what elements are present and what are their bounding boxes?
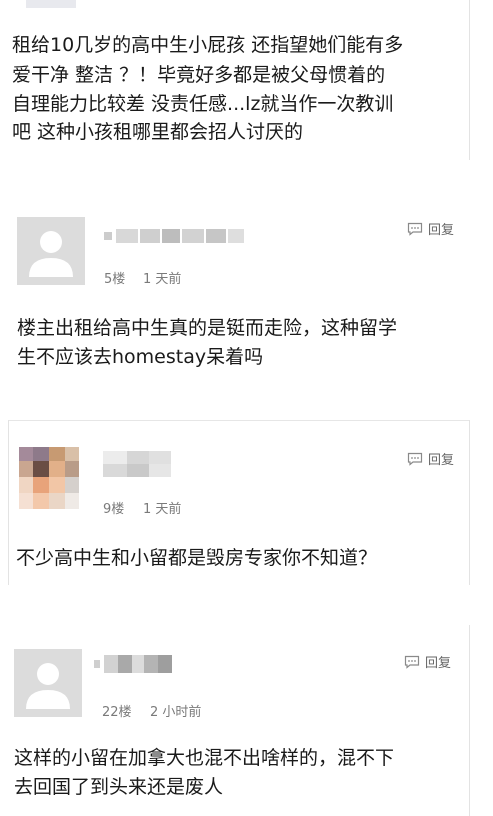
user-avatar[interactable] [17,217,85,285]
floor-number: 22楼 [102,705,132,720]
reply-label: 回复 [428,453,455,468]
comment-text-line: 自理能力比较差 没责任感...lz就当作一次教训 [12,93,394,115]
reply-label: 回复 [428,223,455,238]
comment-card-1: 租给10几岁的高中生小屁孩 还指望她们能有多 爱干净 整洁 ？！毕竟好多都是被父… [0,0,470,160]
reply-button[interactable]: 回复 [407,449,454,468]
speech-bubble-icon [404,655,420,669]
comment-text-line: 租给10几岁的高中生小屁孩 还指望她们能有多 [12,34,404,56]
reply-button[interactable]: 回复 [404,652,451,671]
blurred-username[interactable] [94,655,174,673]
floor-number: 9楼 [103,502,125,517]
blurred-username[interactable] [103,451,173,477]
post-time: 1 天前 [143,502,182,517]
comment-text-line: 吧 这种小孩租哪里都会招人讨厌的 [12,121,304,143]
floor-number: 5楼 [104,272,126,287]
comment-text-line: 不少高中生和小留都是毁房专家你不知道？ [16,547,378,569]
reply-button[interactable]: 回复 [407,219,454,238]
default-user-avatar-icon [29,231,73,277]
user-avatar[interactable] [14,649,82,717]
comment-text-line: 去回国了到头来还是废人 [14,776,224,798]
blurred-username[interactable] [104,229,244,243]
comment-text-line: 这样的小留在加拿大也混不出啥样的，混不下 [14,747,395,769]
reply-label: 回复 [425,656,452,671]
card-right-border [469,0,470,160]
comment-text-line: 生不应该去homestay呆着吗 [17,346,264,368]
user-avatar[interactable] [19,447,85,513]
comment-card-9: 9楼 1 天前 回复 不少高中生和小留都是毁房专家你不知道？ [9,421,469,585]
comment-card-22: 22楼 2 小时前 回复 这样的小留在加拿大也混不出啥样的，混不下 去回国了到头… [0,625,469,816]
comment-text-line: 爱干净 整洁 ？！毕竟好多都是被父母惯着的 [12,64,386,86]
card-right-border [469,420,470,585]
post-time: 2 小时前 [150,705,202,720]
comment-text-line: 楼主出租给高中生真的是铤而走险，这种留学 [17,317,398,339]
default-user-avatar-icon [26,663,70,709]
post-time: 1 天前 [143,272,182,287]
card-right-border [469,625,470,816]
speech-bubble-icon [407,222,423,236]
comment-card-5: 5楼 1 天前 回复 楼主出租给高中生真的是铤而走险，这种留学 生不应该去hom… [0,195,470,395]
blurred-username-fragment [26,0,76,8]
speech-bubble-icon [407,452,423,466]
